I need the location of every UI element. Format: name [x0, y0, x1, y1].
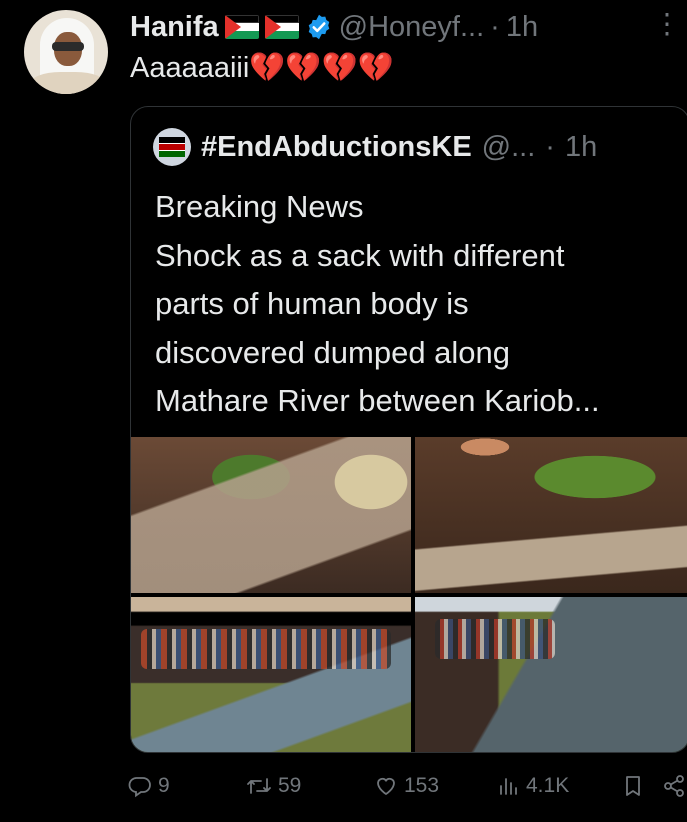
- quote-text-line: Breaking News: [155, 189, 364, 224]
- share-button[interactable]: [662, 770, 686, 802]
- quote-time[interactable]: 1h: [565, 131, 597, 164]
- like-count: 153: [404, 774, 440, 797]
- action-bar: 9 59 153 4.1K: [128, 770, 687, 802]
- photo-crowd-river-right[interactable]: [415, 597, 687, 752]
- verified-badge-icon: [308, 14, 329, 40]
- tweet-header: Hanifa @Honeyf... · 1h ⋮: [130, 7, 687, 47]
- quote-author-handle[interactable]: @...: [482, 131, 536, 164]
- reply-button[interactable]: 9: [128, 770, 170, 802]
- quote-text-line: Shock as a sack with different: [155, 237, 565, 273]
- palestine-flag-icon: [224, 15, 259, 39]
- photo-sack-ground[interactable]: [131, 437, 411, 593]
- quoted-tweet[interactable]: #EndAbductionsKE @... · 1h Breaking News…: [130, 106, 687, 753]
- author-name[interactable]: Hanifa: [130, 11, 219, 44]
- heart-icon: [377, 777, 395, 796]
- repost-count: 59: [278, 774, 302, 797]
- views-chart-icon: [500, 778, 517, 795]
- palestine-flag-icon: [264, 15, 299, 39]
- reply-count: 9: [158, 774, 170, 797]
- quote-text-line: Mathare River between Kariob...: [155, 383, 600, 418]
- author-handle[interactable]: @Honeyf...: [339, 11, 485, 44]
- quote-author-name[interactable]: #EndAbductionsKE: [201, 131, 472, 164]
- repost-icon: [247, 778, 271, 794]
- more-options-icon[interactable]: ⋮: [653, 7, 681, 40]
- reply-icon: [128, 777, 151, 798]
- quote-header: #EndAbductionsKE @... · 1h: [153, 127, 687, 167]
- author-avatar[interactable]: [24, 10, 108, 94]
- share-icon: [664, 775, 684, 797]
- tweet-text: Aaaaaaiii💔💔💔💔: [130, 52, 394, 84]
- quote-text: Breaking News Shock as a sack with diffe…: [155, 183, 600, 426]
- tweet-time[interactable]: 1h: [506, 11, 538, 44]
- separator-dot: ·: [490, 10, 500, 43]
- tweet[interactable]: Hanifa @Honeyf... · 1h ⋮ Aaaaaaiii💔💔💔💔 #…: [0, 0, 687, 822]
- bookmark-icon: [626, 776, 640, 796]
- repost-button[interactable]: 59: [246, 770, 301, 802]
- bookmark-button[interactable]: [622, 770, 644, 802]
- media-grid: [131, 437, 687, 752]
- quote-text-line: discovered dumped along: [155, 334, 511, 370]
- like-button[interactable]: 153: [374, 770, 439, 802]
- separator-dot: ·: [545, 130, 555, 163]
- quote-text-line: parts of human body is: [155, 286, 469, 321]
- views-count: 4.1K: [526, 774, 570, 797]
- views-button[interactable]: 4.1K: [498, 770, 569, 802]
- photo-cloth-plants[interactable]: [415, 437, 687, 593]
- kenya-flag-icon: [159, 137, 185, 157]
- quote-avatar[interactable]: [153, 128, 191, 166]
- photo-crowd-river-left[interactable]: [131, 597, 411, 752]
